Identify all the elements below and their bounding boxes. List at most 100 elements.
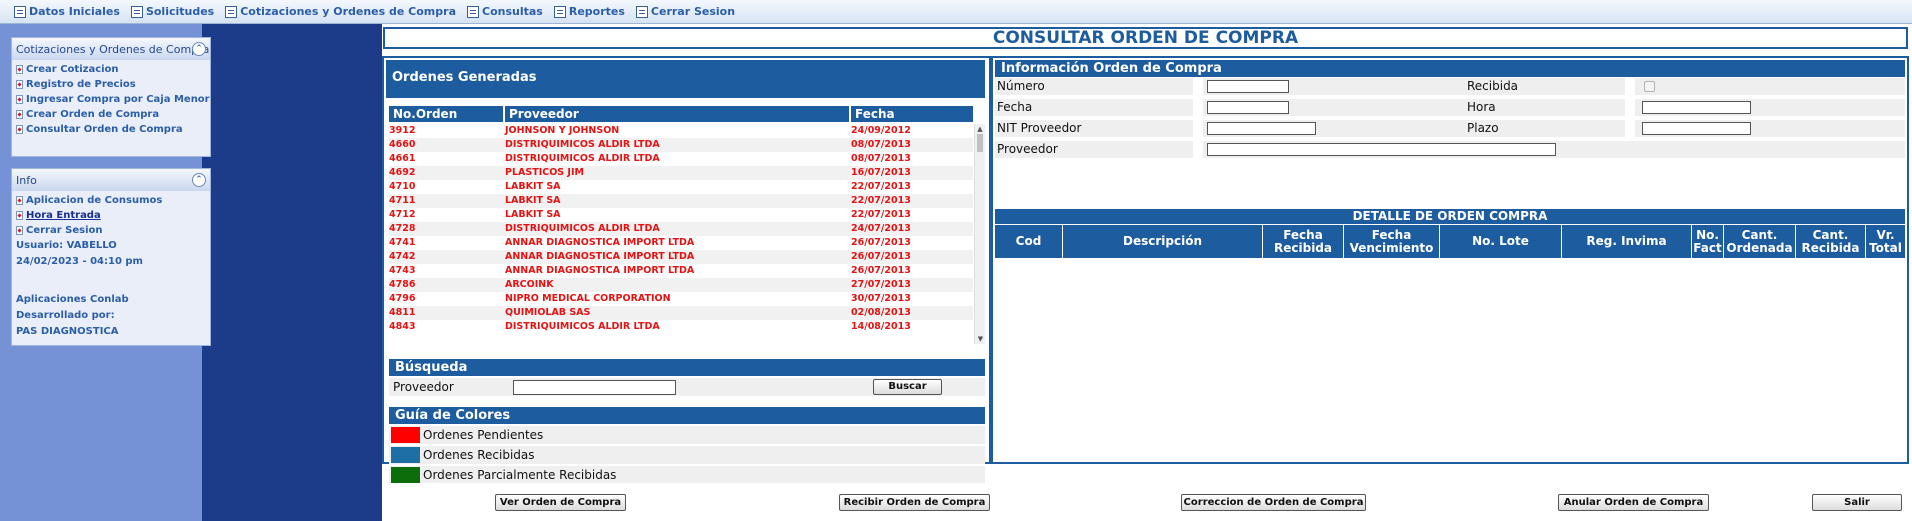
sidebar-item-cerrar-sesion[interactable]: Cerrar Sesion: [12, 223, 210, 238]
sidebar-item-crear-cotizacion[interactable]: Crear Cotizacion: [12, 62, 210, 77]
table-row[interactable]: 4711 LABKIT SA 22/07/2013: [389, 194, 973, 208]
buscar-button[interactable]: Buscar: [873, 379, 942, 395]
info-panel: Info ⌃ Aplicacion de Consumos Hora Entra…: [11, 168, 211, 346]
info-row-proveedor: Proveedor: [995, 141, 1905, 158]
orden-proveedor: LABKIT SA: [505, 195, 561, 206]
color-swatch-recibidas: [391, 447, 420, 463]
collapse-icon[interactable]: ⌃: [192, 173, 206, 187]
scroll-up-icon[interactable]: ▲: [975, 124, 985, 134]
table-row[interactable]: 4710 LABKIT SA 22/07/2013: [389, 180, 973, 194]
orden-number: 4711: [389, 195, 416, 206]
sidebar-item-crear-orden[interactable]: Crear Orden de Compra: [12, 107, 210, 122]
sidebar-spacer: [202, 24, 382, 521]
anular-orden-button[interactable]: Anular Orden de Compra: [1558, 494, 1709, 511]
menu-reportes[interactable]: Reportes: [553, 5, 625, 18]
column-header-cant-ordenada: Cant. Ordenada: [1724, 225, 1796, 258]
ordenes-scrollbar[interactable]: ▲ ▼: [974, 124, 985, 344]
usuario-text: Usuario: VABELLO: [16, 240, 117, 251]
panel-title: Info: [16, 173, 37, 187]
detalle-header: DETALLE DE ORDEN COMPRA: [995, 209, 1905, 224]
orden-fecha: 22/07/2013: [851, 195, 911, 206]
table-row[interactable]: 4661 DISTRIQUIMICOS ALDIR LTDA 08/07/2013: [389, 152, 973, 166]
bullet-icon: [16, 95, 23, 104]
nit-label: NIT Proveedor: [997, 121, 1082, 135]
guia-item-pendientes: Ordenes Pendientes: [389, 426, 985, 444]
orden-fecha: 22/07/2013: [851, 181, 911, 192]
cell-separator: [1625, 120, 1635, 137]
orden-number: 4843: [389, 321, 416, 332]
orden-number: 4741: [389, 237, 416, 248]
info-pane: Información Orden de Compra Número Recib…: [991, 56, 1909, 464]
table-row[interactable]: 4660 DISTRIQUIMICOS ALDIR LTDA 08/07/2013: [389, 138, 973, 152]
scroll-thumb[interactable]: [977, 134, 983, 152]
proveedor-input[interactable]: [1207, 143, 1556, 156]
proveedor-search-input[interactable]: [513, 380, 676, 395]
numero-label: Número: [997, 79, 1045, 93]
search-icon: [467, 5, 479, 18]
sidebar-item-hora-entrada[interactable]: Hora Entrada: [12, 208, 210, 223]
orden-number: 4660: [389, 139, 416, 150]
menu-solicitudes[interactable]: Solicitudes: [130, 5, 214, 18]
menu-cerrar-sesion[interactable]: Cerrar Sesion: [635, 5, 735, 18]
color-swatch-pendientes: [391, 427, 420, 443]
plazo-input[interactable]: [1642, 122, 1751, 135]
orden-number: 4786: [389, 279, 416, 290]
info-row-fecha: Fecha Hora: [995, 99, 1905, 116]
recibir-orden-button[interactable]: Recibir Orden de Compra: [839, 494, 990, 511]
numero-input[interactable]: [1207, 80, 1289, 93]
list-icon: [130, 5, 143, 18]
cotizaciones-panel-header[interactable]: Cotizaciones y Ordenes de Compra ⌃: [12, 38, 210, 60]
table-row[interactable]: 3912 JOHNSON Y JOHNSON 24/09/2012: [389, 124, 973, 138]
table-row[interactable]: 4742 ANNAR DIAGNOSTICA IMPORT LTDA 26/07/2…: [389, 250, 973, 264]
ver-orden-button[interactable]: Ver Orden de Compra: [495, 494, 626, 511]
hora-label: Hora: [1467, 100, 1496, 114]
info-row-nit: NIT Proveedor Plazo: [995, 120, 1905, 137]
app-name-text: Aplicaciones Conlab: [16, 294, 129, 305]
correccion-orden-button[interactable]: Correccion de Orden de Compra: [1181, 494, 1366, 511]
ordenes-pane: Ordenes Generadas No.Orden Proveedor Fec…: [382, 56, 991, 483]
table-row[interactable]: 4743 ANNAR DIAGNOSTICA IMPORT LTDA 26/07/2…: [389, 264, 973, 278]
orden-proveedor: JOHNSON Y JOHNSON: [505, 125, 620, 136]
table-row[interactable]: 4786 ARCOINK 27/07/2013: [389, 278, 973, 292]
salir-button[interactable]: Salir: [1812, 494, 1902, 511]
table-row[interactable]: 4843 DISTRIQUIMICOS ALDIR LTDA 14/08/2013: [389, 320, 973, 334]
orden-fecha: 02/08/2013: [851, 307, 911, 318]
table-row[interactable]: 4796 NIPRO MEDICAL CORPORATION 30/07/2013: [389, 292, 973, 306]
dev-by-text: Desarrollado por:: [16, 310, 115, 321]
table-row[interactable]: 4728 DISTRIQUIMICOS ALDIR LTDA 24/07/2013: [389, 222, 973, 236]
orden-proveedor: ANNAR DIAGNOSTICA IMPORT LTDA: [505, 237, 695, 248]
table-row[interactable]: 4712 LABKIT SA 22/07/2013: [389, 208, 973, 222]
recibida-checkbox[interactable]: [1644, 81, 1655, 92]
orden-fecha: 24/07/2013: [851, 223, 911, 234]
column-header-fecha: Fecha: [851, 106, 973, 122]
plazo-label: Plazo: [1467, 121, 1499, 135]
orden-proveedor: DISTRIQUIMICOS ALDIR LTDA: [505, 321, 660, 332]
info-panel-header[interactable]: Info ⌃: [12, 169, 210, 191]
busqueda-row: Proveedor Buscar: [389, 378, 985, 396]
column-header-no-fact: No. Fact: [1692, 225, 1724, 258]
scroll-down-icon[interactable]: ▼: [975, 334, 986, 344]
menu-cotizaciones[interactable]: Cotizaciones y Ordenes de Compra: [225, 5, 456, 18]
table-row[interactable]: 4741 ANNAR DIAGNOSTICA IMPORT LTDA 26/07/2…: [389, 236, 973, 250]
orden-proveedor: ARCOINK: [505, 279, 554, 290]
menu-datos-iniciales[interactable]: Datos Iniciales: [14, 5, 120, 18]
nit-input[interactable]: [1207, 122, 1316, 135]
sidebar-item-consultar-orden[interactable]: Consultar Orden de Compra: [12, 122, 210, 137]
menu-consultas[interactable]: Consultas: [467, 5, 543, 18]
menu-label: Cotizaciones y Ordenes de Compra: [240, 5, 456, 18]
fecha-label: Fecha: [997, 100, 1033, 114]
table-row[interactable]: 4692 PLASTICOS JIM 16/07/2013: [389, 166, 973, 180]
dev-name-text: PAS DIAGNOSTICA: [16, 326, 119, 337]
hora-input[interactable]: [1642, 101, 1751, 114]
table-row[interactable]: 4811 QUIMIOLAB SAS 02/08/2013: [389, 306, 973, 320]
sidebar-item-aplicacion-consumos[interactable]: Aplicacion de Consumos: [12, 193, 210, 208]
collapse-icon[interactable]: ⌃: [192, 42, 206, 56]
sidebar-item-ingresar-compra[interactable]: Ingresar Compra por Caja Menor: [12, 92, 210, 107]
bullet-icon: [16, 80, 23, 89]
bullet-icon: [16, 65, 23, 74]
column-header-descripcion: Descripción: [1063, 225, 1263, 258]
fecha-input[interactable]: [1207, 101, 1289, 114]
sidebar-item-registro-precios[interactable]: Registro de Precios: [12, 77, 210, 92]
orden-fecha: 08/07/2013: [851, 153, 911, 164]
column-header-vr-total: Vr. Total: [1866, 225, 1905, 258]
